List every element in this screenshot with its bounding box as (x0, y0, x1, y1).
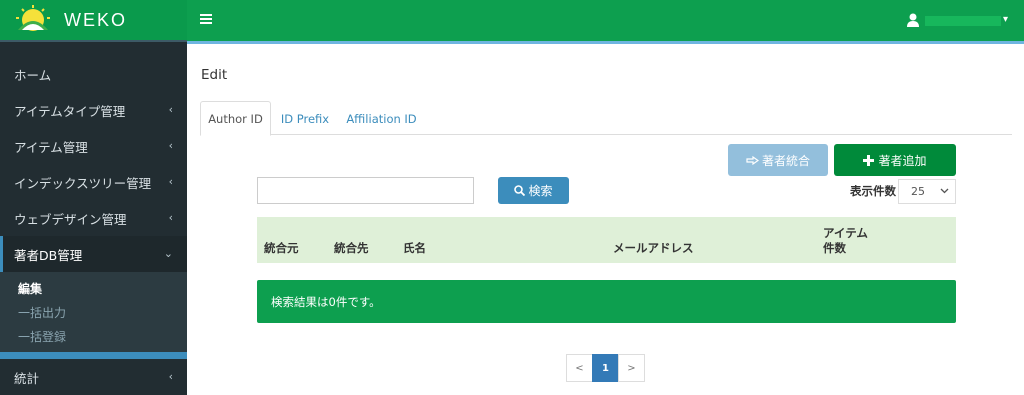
top-navbar: ▾ (187, 0, 1024, 44)
column-header-merge-target[interactable]: 統合先 (334, 240, 369, 256)
hamburger-icon[interactable] (200, 13, 212, 25)
weko-logo-icon (16, 5, 50, 31)
plus-icon (863, 154, 875, 166)
sidebar-nav: ホーム アイテムタイプ管理 ‹ アイテム管理 ‹ インデックスツリー管理 ‹ ウ… (0, 56, 187, 395)
main-content: Edit Author ID ID Prefix Affiliation ID … (187, 47, 1024, 395)
display-count-value: 25 (911, 185, 925, 198)
page-title: Edit (201, 67, 228, 83)
search-result-message: 検索結果は0件です。 (257, 280, 956, 323)
sidebar-item-web-design[interactable]: ウェブデザイン管理 ‹ (0, 200, 187, 236)
merge-authors-button[interactable]: 著者統合 (728, 144, 828, 176)
user-icon[interactable] (907, 13, 919, 27)
user-name[interactable] (925, 16, 1001, 26)
submenu-item-edit[interactable]: 編集 (0, 276, 187, 300)
author-db-submenu: 編集 一括出力 一括登録 (0, 272, 187, 352)
logo[interactable]: WEKO (0, 0, 187, 42)
column-header-merge-source[interactable]: 統合元 (264, 240, 299, 256)
search-input[interactable] (257, 177, 474, 204)
pagination-prev[interactable]: < (566, 354, 593, 382)
chevron-down-icon: ⌄ (163, 247, 173, 260)
chevron-left-icon: ‹ (168, 370, 173, 383)
sidebar-item-home[interactable]: ホーム (0, 56, 187, 92)
sidebar-item-itemtype[interactable]: アイテムタイプ管理 ‹ (0, 92, 187, 128)
tab-bar: Author ID ID Prefix Affiliation ID (200, 101, 1012, 136)
pagination: < 1 > (566, 354, 645, 382)
chevron-down-icon (940, 188, 949, 194)
tab-affiliation-id[interactable]: Affiliation ID (344, 101, 419, 136)
tab-id-prefix[interactable]: ID Prefix (275, 101, 335, 136)
hand-point-right-icon (746, 155, 759, 165)
search-button[interactable]: 検索 (498, 177, 569, 204)
sidebar-item-label: アイテムタイプ管理 (14, 103, 126, 119)
add-author-button[interactable]: 著者追加 (834, 144, 956, 176)
sidebar-item-label: インデックスツリー管理 (14, 175, 152, 191)
chevron-left-icon: ‹ (168, 103, 173, 116)
add-author-label: 著者追加 (878, 153, 927, 168)
display-count-select[interactable]: 25 (898, 179, 956, 204)
sidebar-item-index-tree[interactable]: インデックスツリー管理 ‹ (0, 164, 187, 200)
sidebar: WEKO ホーム アイテムタイプ管理 ‹ アイテム管理 ‹ インデックスツリー管… (0, 0, 187, 395)
sidebar-item-label: ウェブデザイン管理 (14, 211, 127, 227)
pagination-page-1[interactable]: 1 (592, 354, 619, 382)
submenu-item-bulk-export[interactable]: 一括出力 (0, 300, 187, 324)
column-header-item-count-sub: 件数 (823, 241, 846, 255)
tab-author-id[interactable]: Author ID (200, 101, 271, 136)
sidebar-divider (0, 352, 187, 359)
sidebar-item-items[interactable]: アイテム管理 ‹ (0, 128, 187, 164)
chevron-left-icon: ‹ (168, 139, 173, 152)
sidebar-item-label: アイテム管理 (14, 139, 88, 155)
column-header-name[interactable]: 氏名 (403, 240, 426, 256)
column-header-item-count[interactable]: アイテム (823, 225, 868, 241)
sidebar-item-author-db[interactable]: 著者DB管理 ⌄ (0, 236, 187, 272)
caret-down-icon[interactable]: ▾ (1003, 14, 1008, 25)
merge-authors-label: 著者統合 (761, 153, 810, 168)
logo-text: WEKO (64, 9, 128, 30)
chevron-left-icon: ‹ (168, 211, 173, 224)
column-header-email[interactable]: メールアドレス (613, 240, 694, 256)
pagination-next[interactable]: > (618, 354, 645, 382)
display-count-label: 表示件数 (850, 184, 896, 198)
chevron-left-icon: ‹ (168, 175, 173, 188)
sidebar-item-label: ホーム (14, 67, 52, 83)
submenu-item-bulk-import[interactable]: 一括登録 (0, 324, 187, 348)
search-icon (514, 185, 526, 196)
search-label: 検索 (528, 184, 553, 198)
table-header: 統合元 統合先 氏名 メールアドレス アイテム 件数 (257, 217, 956, 263)
sidebar-item-label: 統計 (14, 370, 40, 386)
sidebar-item-label: 著者DB管理 (14, 247, 83, 263)
sidebar-item-statistics[interactable]: 統計 ‹ (0, 359, 187, 395)
